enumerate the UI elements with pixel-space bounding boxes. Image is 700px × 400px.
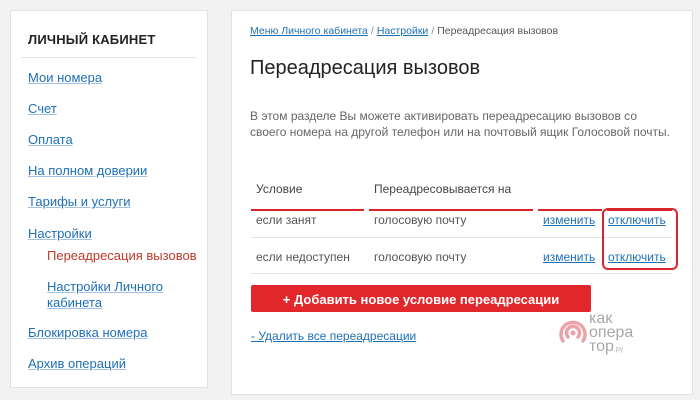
watermark-suffix: .ру <box>613 346 624 353</box>
breadcrumb-separator: / <box>370 25 374 37</box>
row-2-edit-link[interactable]: изменить <box>543 250 595 264</box>
page-title: Переадресация вызовов <box>250 57 481 79</box>
header-underline <box>369 209 533 211</box>
breadcrumb-separator: / <box>431 25 435 37</box>
sidebar-item-settings[interactable]: Настройки <box>28 226 92 241</box>
header-underline <box>251 209 364 211</box>
sidebar: ЛИЧНЫЙ КАБИНЕТ Мои номера Счет Оплата На… <box>10 10 208 388</box>
sidebar-subitem-cabinet-settings[interactable]: Настройки Личного кабинета <box>47 279 177 311</box>
watermark-text: как опера тор.ру <box>589 311 633 357</box>
sidebar-item-operations-archive[interactable]: Архив операций <box>28 356 126 371</box>
sidebar-item-account[interactable]: Счет <box>28 101 57 116</box>
intro-text: В этом разделе Вы можете активировать пе… <box>250 109 670 139</box>
breadcrumb: Меню Личного кабинета / Настройки / Переадре… <box>250 25 558 37</box>
breadcrumb-link-settings[interactable]: Настройки <box>377 25 429 37</box>
sidebar-subitem-call-forwarding[interactable]: Переадресация вызовов <box>47 248 197 264</box>
sidebar-title: ЛИЧНЫЙ КАБИНЕТ <box>28 32 156 47</box>
sidebar-item-payment[interactable]: Оплата <box>28 132 73 147</box>
disable-links-highlight <box>602 208 678 270</box>
main-panel: Меню Личного кабинета / Настройки / Переадре… <box>231 10 693 395</box>
sidebar-item-my-numbers[interactable]: Мои номера <box>28 70 102 85</box>
watermark-line: тор <box>589 338 614 355</box>
sidebar-item-block-number[interactable]: Блокировка номера <box>28 325 148 340</box>
signal-icon <box>559 320 587 343</box>
sidebar-item-tariffs[interactable]: Тарифы и услуги <box>28 194 131 209</box>
header-underline <box>538 209 602 211</box>
row-2-target: голосовую почту <box>374 250 467 264</box>
row-divider <box>251 273 672 274</box>
row-1-edit-link[interactable]: изменить <box>543 213 595 227</box>
row-1-condition: если занят <box>256 213 317 227</box>
table-header-target: Переадресовывается на <box>374 182 512 196</box>
sidebar-divider <box>21 57 197 58</box>
row-1-target: голосовую почту <box>374 213 467 227</box>
add-forwarding-condition-button[interactable]: + Добавить новое условие переадресации <box>251 285 591 312</box>
sidebar-item-full-trust[interactable]: На полном доверии <box>28 163 147 178</box>
watermark-logo: как опера тор.ру <box>558 309 688 369</box>
row-2-condition: если недоступен <box>256 250 350 264</box>
breadcrumb-current: Переадресация вызовов <box>437 25 559 37</box>
breadcrumb-link-cabinet-menu[interactable]: Меню Личного кабинета <box>250 25 368 37</box>
delete-all-forwardings-link[interactable]: - Удалить все переадресации <box>251 329 416 343</box>
table-header-condition: Условие <box>256 182 303 196</box>
